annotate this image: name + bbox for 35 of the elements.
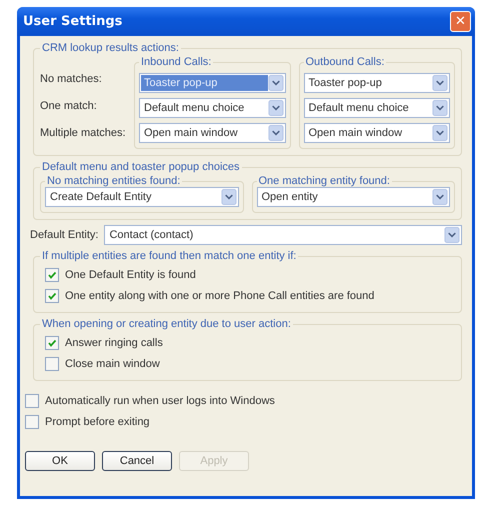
group-title: When opening or creating entity due to user action:	[41, 318, 292, 330]
group-title: CRM lookup results actions:	[41, 42, 180, 54]
checkbox[interactable]	[45, 268, 59, 282]
group-title: No matching entities found:	[46, 175, 182, 187]
row-label: Multiple matches:	[40, 126, 126, 141]
group-title: One matching entity found:	[258, 175, 391, 187]
row-label: One match:	[40, 99, 98, 114]
checkbox-label: Prompt before exiting	[45, 416, 150, 428]
dropdown[interactable]: Default menu choice	[304, 98, 450, 118]
checkbox[interactable]	[25, 394, 39, 408]
window-title: User Settings	[23, 14, 122, 29]
dropdown[interactable]: Default menu choice	[139, 98, 286, 118]
group-title: If multiple entities are found then match one entity if:	[41, 250, 298, 262]
field-label: Default Entity:	[30, 229, 98, 241]
group-title: Default menu and toaster popup choices	[41, 161, 241, 173]
dropdown[interactable]: Create Default Entity	[45, 187, 238, 207]
dialog-button[interactable]: Cancel	[102, 451, 172, 471]
dialog-button[interactable]: OK	[25, 451, 95, 471]
checkbox[interactable]	[25, 414, 39, 428]
dropdown[interactable]: Open main window	[139, 123, 286, 143]
checkbox[interactable]	[45, 288, 59, 302]
group-title: Outbound Calls:	[304, 56, 386, 68]
checkbox-label: One entity along with one or more Phone Call entities are found	[65, 290, 374, 302]
group-title: Inbound Calls:	[140, 56, 212, 68]
dropdown[interactable]: Contact (contact)	[104, 225, 462, 245]
checkbox-label: One Default Entity is found	[65, 268, 196, 280]
checkbox-label: Close main window	[65, 358, 160, 370]
dropdown[interactable]: Open main window	[304, 123, 450, 143]
dropdown[interactable]: Open entity	[256, 187, 450, 207]
checkbox-label: Automatically run when user logs into Windows	[45, 394, 275, 406]
checkbox-label: Answer ringing calls	[65, 336, 163, 348]
checkbox[interactable]	[45, 336, 59, 350]
checkbox[interactable]	[45, 356, 59, 370]
dropdown[interactable]: Toaster pop-up	[304, 73, 450, 93]
row-label: No matches:	[40, 72, 103, 87]
